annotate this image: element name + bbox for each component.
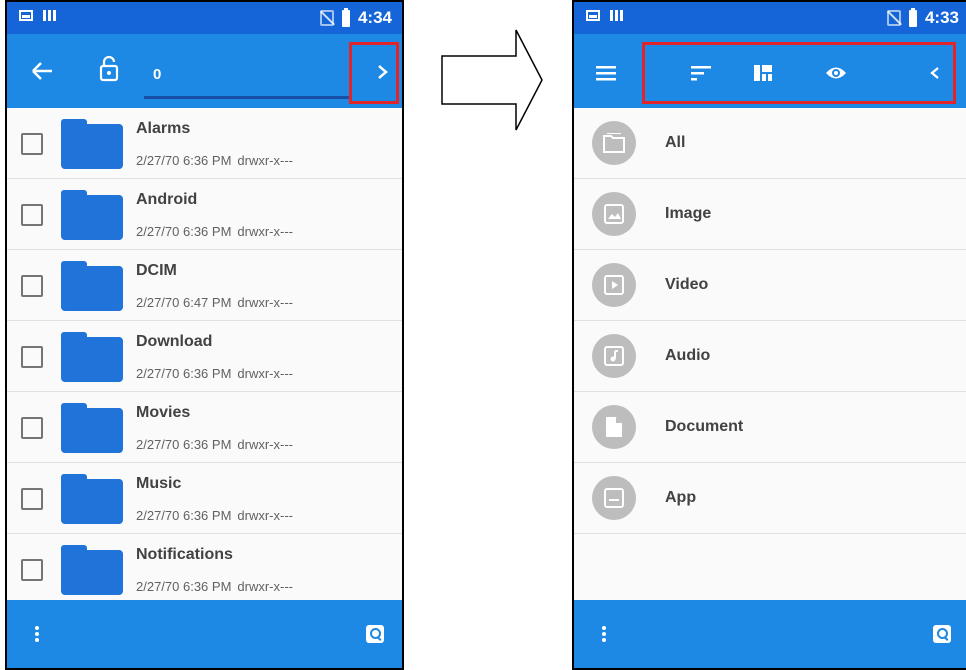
category-label: Image — [665, 205, 712, 222]
status-time: 4:34 — [357, 8, 392, 27]
folder-icon — [61, 403, 123, 453]
category-item-audio[interactable]: Audio — [574, 321, 966, 392]
checkbox[interactable] — [21, 275, 43, 297]
file-name: Download — [136, 333, 213, 350]
checkbox[interactable] — [21, 346, 43, 368]
status-time: 4:33 — [924, 8, 959, 27]
audio-icon — [592, 334, 636, 378]
file-name: Alarms — [136, 120, 191, 137]
category-list: All Image Video Audio Document App — [574, 108, 966, 534]
file-name: DCIM — [136, 262, 177, 279]
right-phone-screen: 4:33 All Image Video Audio Document App — [572, 0, 966, 670]
file-list: Alarms 2/27/70 6:36 PM drwxr-x--- Android… — [7, 108, 402, 605]
no-sim-icon — [886, 10, 901, 26]
category-item-image[interactable]: Image — [574, 179, 966, 250]
image-notification-icon — [19, 10, 33, 21]
folder-icon — [61, 332, 123, 382]
back-arrow-icon[interactable] — [31, 62, 53, 80]
checkbox[interactable] — [21, 133, 43, 155]
document-icon — [592, 405, 636, 449]
search-icon[interactable] — [366, 625, 384, 643]
list-item[interactable]: Alarms 2/27/70 6:36 PM drwxr-x--- — [7, 108, 402, 179]
category-item-all[interactable]: All — [574, 108, 966, 179]
app-icon — [592, 476, 636, 520]
category-item-video[interactable]: Video — [574, 250, 966, 321]
file-name: Android — [136, 191, 198, 208]
app-bar — [574, 34, 966, 108]
file-meta: 2/27/70 6:47 PM drwxr-x--- — [136, 295, 293, 310]
folder-icon — [61, 119, 123, 169]
list-item[interactable]: Download 2/27/70 6:36 PM drwxr-x--- — [7, 321, 402, 392]
folder-icon — [61, 474, 123, 524]
list-item[interactable]: Notifications 2/27/70 6:36 PM drwxr-x--- — [7, 534, 402, 605]
status-bar: 4:33 — [574, 2, 966, 34]
status-bar: 4:34 — [7, 2, 402, 34]
search-icon[interactable] — [933, 625, 951, 643]
file-meta: 2/27/70 6:36 PM drwxr-x--- — [136, 366, 293, 381]
bottom-bar — [574, 600, 966, 668]
checkbox[interactable] — [21, 559, 43, 581]
file-name: Music — [136, 475, 182, 492]
barcode-notification-icon — [610, 10, 623, 21]
bottom-bar — [7, 600, 402, 668]
category-item-document[interactable]: Document — [574, 392, 966, 463]
category-item-app[interactable]: App — [574, 463, 966, 534]
folder-icon — [592, 121, 636, 165]
category-label: Document — [665, 418, 744, 435]
path-count[interactable]: 0 — [153, 66, 161, 83]
category-label: Video — [665, 276, 709, 293]
more-options-icon[interactable] — [35, 626, 39, 642]
battery-icon — [341, 7, 350, 27]
category-label: Audio — [665, 347, 711, 364]
app-bar: 0 — [7, 34, 402, 108]
list-item[interactable]: Music 2/27/70 6:36 PM drwxr-x--- — [7, 463, 402, 534]
folder-icon — [61, 261, 123, 311]
path-underline — [144, 96, 349, 99]
no-sim-icon — [319, 10, 334, 26]
battery-icon — [908, 7, 917, 27]
hamburger-menu-icon[interactable] — [596, 65, 616, 81]
video-icon — [592, 263, 636, 307]
transition-arrow-icon — [441, 29, 543, 131]
highlight-box — [349, 42, 399, 104]
list-item[interactable]: Movies 2/27/70 6:36 PM drwxr-x--- — [7, 392, 402, 463]
category-label: App — [665, 489, 697, 506]
unlock-icon[interactable] — [98, 56, 120, 82]
file-meta: 2/27/70 6:36 PM drwxr-x--- — [136, 153, 293, 168]
folder-icon — [61, 545, 123, 595]
file-meta: 2/27/70 6:36 PM drwxr-x--- — [136, 224, 293, 239]
folder-icon — [61, 190, 123, 240]
checkbox[interactable] — [21, 204, 43, 226]
left-phone-screen: 4:34 0 Alarms 2/27/70 6:36 PM drwxr-x--- … — [5, 0, 404, 670]
image-notification-icon — [586, 10, 600, 21]
highlight-box — [642, 42, 956, 104]
category-label: All — [665, 134, 686, 151]
file-meta: 2/27/70 6:36 PM drwxr-x--- — [136, 579, 293, 594]
checkbox[interactable] — [21, 488, 43, 510]
checkbox[interactable] — [21, 417, 43, 439]
list-item[interactable]: DCIM 2/27/70 6:47 PM drwxr-x--- — [7, 250, 402, 321]
more-options-icon[interactable] — [602, 626, 606, 642]
file-name: Notifications — [136, 546, 233, 563]
barcode-notification-icon — [43, 10, 56, 21]
image-icon — [592, 192, 636, 236]
file-meta: 2/27/70 6:36 PM drwxr-x--- — [136, 437, 293, 452]
file-meta: 2/27/70 6:36 PM drwxr-x--- — [136, 508, 293, 523]
list-item[interactable]: Android 2/27/70 6:36 PM drwxr-x--- — [7, 179, 402, 250]
file-name: Movies — [136, 404, 191, 421]
